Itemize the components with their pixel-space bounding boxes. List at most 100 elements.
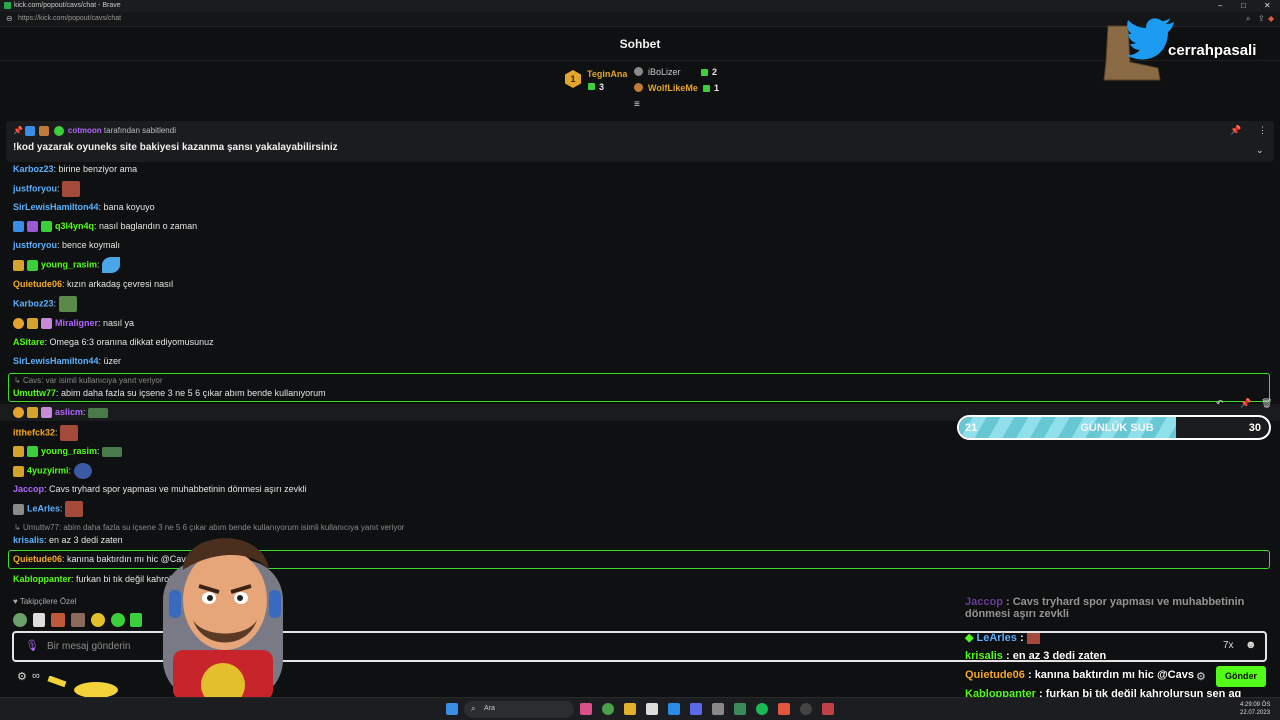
obs-icon[interactable] (800, 703, 812, 715)
site-info-icon[interactable]: ⊖ (6, 14, 13, 23)
emote-icon[interactable] (51, 613, 65, 627)
taskbar-clock[interactable]: 4:29:09 ÖS 22.07.2023 (1240, 701, 1270, 717)
message-username[interactable]: SirLewisHamilton44 (13, 202, 99, 212)
start-icon[interactable] (446, 703, 458, 715)
pinned-by-user[interactable]: cotmoon (68, 126, 102, 135)
mic-icon[interactable]: 🎙 (25, 639, 39, 652)
chat-message: ASitare: Omega 6:3 oranına dikkat ediyom… (13, 337, 214, 347)
gift-icon (588, 83, 595, 90)
chrome-icon[interactable] (602, 703, 614, 715)
pinned-text: !kod yazarak oyuneks site bakiyesi kazan… (13, 142, 338, 153)
taskbar-search[interactable]: ⌕ Ara (464, 701, 574, 718)
badge-icon (13, 446, 24, 458)
message-text: bana koyuyo (103, 202, 155, 212)
sub-goal-bar: GÜNLÜK SUB 21 30 (957, 415, 1271, 440)
app-icon[interactable] (668, 703, 680, 715)
chat-message: q3l4yn4q: nasıl baglandın o zaman (13, 219, 197, 233)
message-username[interactable]: Quietude06 (13, 554, 62, 564)
app-icon[interactable] (580, 703, 592, 715)
emote-icon[interactable] (71, 613, 85, 627)
message-username[interactable]: justforyou (13, 240, 57, 250)
brave-icon[interactable] (778, 703, 790, 715)
badge-icon (13, 407, 24, 419)
sub-goal-target: 30 (1248, 422, 1261, 434)
emote-icon[interactable] (33, 613, 45, 627)
reply-icon[interactable]: ↶ (1216, 398, 1224, 409)
message-username[interactable]: young_rasim (41, 259, 97, 269)
app-icon[interactable] (712, 703, 724, 715)
chevron-down-icon[interactable]: ⌄ (1256, 145, 1264, 156)
chat-settings-icon[interactable]: ⚙ (17, 670, 27, 683)
delete-icon[interactable]: 🗑 (1261, 398, 1272, 409)
streamer-avatar (163, 538, 283, 700)
emote-icon[interactable] (13, 613, 27, 627)
leaderboard-value-3: 1 (714, 83, 720, 93)
expand-icon[interactable]: ≡ (634, 99, 640, 110)
gift-badge-icon (41, 318, 52, 330)
unpin-icon[interactable]: 📌 (1230, 125, 1241, 136)
send-button[interactable]: Gönder (1216, 666, 1266, 687)
badge-icon (25, 126, 36, 136)
message-text: nasıl ya (103, 318, 135, 328)
message-username[interactable]: justforyou (13, 183, 57, 193)
leaderboard-user-2[interactable]: iBoLizer (648, 67, 681, 77)
more-options-icon[interactable]: ⋮ (1258, 125, 1267, 136)
message-username[interactable]: SirLewisHamilton44 (13, 356, 99, 366)
pin-icon[interactable]: 📌 (1240, 398, 1251, 409)
message-username[interactable]: q3l4yn4q (55, 221, 94, 231)
emote-icon[interactable] (111, 613, 125, 627)
address-bar[interactable]: ⊖ https://kick.com/popout/cavs/chat ⌕ ⇪ … (0, 12, 1280, 27)
chat-message: Karboz23: (13, 296, 77, 312)
app-icon[interactable] (734, 703, 746, 715)
message-username[interactable]: Kabloppanter (13, 574, 71, 584)
rank-crown-icon: 1 (565, 70, 581, 88)
emote-icon[interactable] (130, 613, 142, 627)
message-username[interactable]: Jaccop (13, 484, 44, 494)
infinity-icon[interactable]: ∞ (32, 670, 40, 682)
pinned-header: 📌 cotmoon tarafından sabitlendi (13, 126, 176, 136)
message-username[interactable]: krisalis (13, 535, 44, 545)
message-username[interactable]: Miraligner (55, 318, 98, 328)
badge-icon (27, 221, 38, 233)
followers-only-label: ♥ Takipçilere Özel (13, 597, 77, 606)
leaderboard-user-3[interactable]: WolfLikeMe (648, 83, 698, 93)
message-username[interactable]: 4yuzyirmi (27, 465, 69, 475)
emoji-icon[interactable]: ☻ (1245, 639, 1257, 651)
url-text: https://kick.com/popout/cavs/chat (18, 15, 122, 22)
message-username[interactable]: Karboz23 (13, 298, 54, 308)
taskbar: ⌕ Ara 4:29:09 ÖS 22.07.2023 (0, 697, 1280, 720)
twitter-overlay: cerrahpasali (1098, 16, 1268, 82)
close-button[interactable]: ✕ (1264, 1, 1271, 10)
chat-message: Karboz23: birine benziyor ama (13, 164, 138, 174)
brave-shields-icon[interactable]: ◆ (1268, 14, 1274, 23)
message-username[interactable]: itthefck32 (13, 427, 55, 437)
message-username[interactable]: LeArles (27, 503, 60, 513)
quick-emote-icon[interactable]: 7x (1223, 640, 1234, 651)
leaderboard-user-1[interactable]: TeginAna (587, 69, 627, 79)
chat-message: Jaccop: Cavs tryhard spor yapması ve muh… (13, 484, 307, 494)
discord-icon[interactable] (690, 703, 702, 715)
gear-icon[interactable]: ⚙ (1196, 670, 1206, 683)
message-username[interactable]: aslicm (55, 407, 83, 417)
twitter-handle: cerrahpasali (1168, 42, 1257, 59)
pikachu-decoration-icon (47, 676, 118, 698)
spotify-icon[interactable] (756, 703, 768, 715)
chat-header: Sohbet (0, 27, 1280, 61)
window-title: kick.com/popout/cavs/chat - Brave (14, 2, 121, 9)
browser-title-bar: kick.com/popout/cavs/chat - Brave – □ ✕ (0, 0, 1280, 12)
maximize-button[interactable]: □ (1241, 1, 1246, 10)
chat-message: Quietude06: kızın arkadaş çevresi nasıl (13, 279, 174, 289)
app-icon[interactable] (822, 703, 834, 715)
minimize-button[interactable]: – (1218, 1, 1222, 10)
notepad-icon[interactable] (646, 703, 658, 715)
message-username[interactable]: Quietude06 (13, 279, 62, 289)
message-username[interactable]: young_rasim (41, 446, 97, 456)
emote-icon[interactable] (91, 613, 105, 627)
explorer-icon[interactable] (624, 703, 636, 715)
chat-message: LeArles: (13, 501, 84, 517)
message-username[interactable]: ASitare (13, 337, 45, 347)
overlay-chat-message: ◆ LeArles : (965, 631, 1040, 644)
message-username[interactable]: Karboz23 (13, 164, 54, 174)
message-username[interactable]: Umuttw77 (13, 388, 56, 398)
emote-icon (62, 181, 81, 197)
